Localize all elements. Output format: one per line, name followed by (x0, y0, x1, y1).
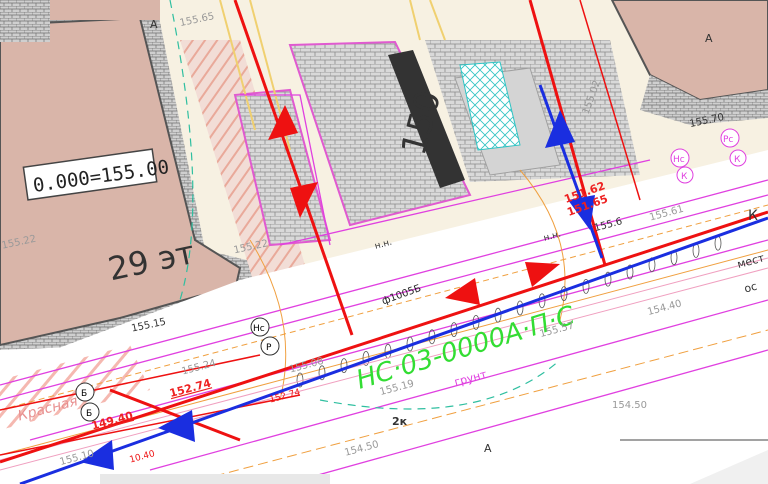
svg-text:Б: Б (81, 389, 87, 399)
bottom-toolbar-strip (100, 474, 330, 484)
zone-k: К (748, 208, 758, 224)
cad-drawing-canvas: 0.000=155.00 29 эт 150 НС·03-0000А·П·С К… (0, 0, 768, 484)
site-plan-drawing: 0.000=155.00 29 эт 150 НС·03-0000А·П·С К… (0, 0, 768, 484)
svg-text:Нс: Нс (673, 155, 685, 165)
zone-a-1: А (484, 442, 492, 455)
svg-text:Нс: Нс (253, 324, 265, 334)
svg-text:Б: Б (86, 409, 92, 419)
badge-b: Б (75, 382, 95, 402)
road-label: 2к (392, 415, 408, 428)
badge-k: К (676, 166, 694, 184)
top-left-building (50, 0, 160, 20)
badge-k2: К (729, 149, 747, 167)
zone-a-3: А (150, 18, 158, 31)
badge-b2: Б (80, 402, 100, 422)
badge-r: Р (260, 336, 280, 356)
svg-text:Р: Р (266, 343, 272, 353)
badge-hc: Нс (250, 317, 270, 337)
svg-text:Рс: Рс (723, 135, 733, 145)
elevation-8: 154.50 (612, 400, 647, 411)
zone-a-2: А (705, 32, 713, 45)
top-left-paving (0, 0, 50, 42)
badge-pc: Рс (720, 128, 740, 148)
badge-nc: Нс (670, 148, 690, 168)
svg-text:К: К (681, 172, 688, 182)
svg-text:К: К (734, 155, 741, 165)
